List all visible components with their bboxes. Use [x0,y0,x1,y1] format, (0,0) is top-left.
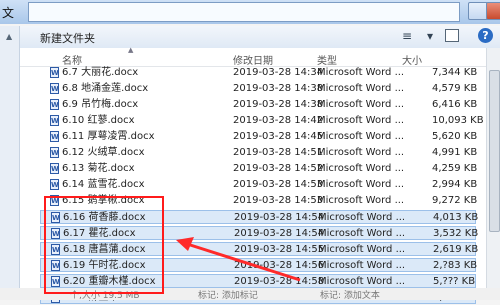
annotation-arrow [176,237,301,282]
arrow-shaft [183,241,301,282]
